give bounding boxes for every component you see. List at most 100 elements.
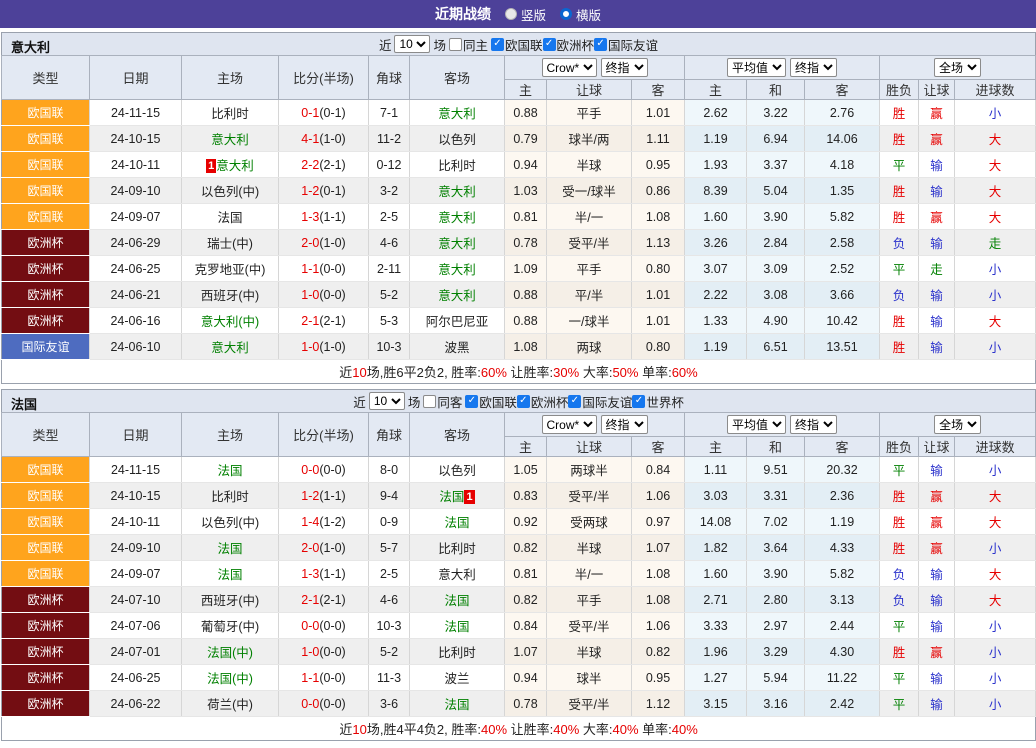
competition-label: 世界杯 <box>646 392 684 411</box>
near-count-select[interactable]: 10 <box>394 35 430 53</box>
col-header-type: 类型 <box>2 413 90 457</box>
layout-radio-horizontal[interactable]: 横版 <box>560 5 601 24</box>
checkbox-icon[interactable]: ✓ <box>632 395 645 408</box>
header-select[interactable]: Crow* <box>542 58 597 77</box>
date-cell: 24-07-10 <box>90 587 182 613</box>
team-label: 法国 <box>217 211 242 225</box>
result-label: 胜 <box>893 516 906 530</box>
score-cell: 0-1(0-1) <box>279 100 369 126</box>
result-label: 小 <box>989 698 1002 712</box>
date-cell: 24-10-15 <box>90 126 182 152</box>
result-label: 负 <box>893 289 906 303</box>
avg-away-cell: 4.30 <box>805 639 880 665</box>
competition-filter[interactable]: ✓世界杯 <box>632 392 684 411</box>
header-select[interactable]: 全场 <box>934 415 981 434</box>
away-team-cell: 以色列 <box>410 457 505 483</box>
competition-filter[interactable]: ✓欧国联 <box>491 35 543 54</box>
team-label: 意大利 <box>438 107 476 121</box>
handicap-cell: 受平/半 <box>547 613 632 639</box>
team-label: 克罗地亚(中) <box>195 263 266 277</box>
result-label: 胜 <box>893 133 906 147</box>
goals-result-cell: 小 <box>955 665 1036 691</box>
result-label: 输 <box>930 672 943 686</box>
header-select[interactable]: 平均值 <box>727 58 786 77</box>
competition-filter[interactable]: ✓欧洲杯 <box>543 35 595 54</box>
avg-away-cell: 4.18 <box>805 152 880 178</box>
radio-label: 竖版 <box>521 5 546 24</box>
col-header-home: 主场 <box>182 56 279 100</box>
result-label: 赢 <box>930 490 943 504</box>
same-venue-filter[interactable]: 同客 <box>423 392 462 411</box>
handicap-result-cell: 赢 <box>919 100 955 126</box>
avg-draw-cell: 2.97 <box>747 613 805 639</box>
avg-away-cell: 2.44 <box>805 613 880 639</box>
col-header-score: 比分(半场) <box>279 56 369 100</box>
fulltime-score: 0-0 <box>301 463 319 477</box>
avg-home-cell: 1.60 <box>685 561 747 587</box>
checkbox-icon[interactable] <box>449 38 462 51</box>
checkbox-icon[interactable]: ✓ <box>491 38 504 51</box>
handicap-cell: 受两球 <box>547 509 632 535</box>
header-select[interactable]: 终指 <box>601 415 648 434</box>
team-label: 以色列(中) <box>201 185 259 199</box>
checkbox-icon[interactable]: ✓ <box>568 395 581 408</box>
checkbox-icon[interactable]: ✓ <box>594 38 607 51</box>
team-label: 意大利 <box>438 289 476 303</box>
fulltime-score: 2-2 <box>301 158 319 172</box>
halftime-score: (0-1) <box>319 106 345 120</box>
handicap-cell: 受平/半 <box>547 691 632 717</box>
result-cell: 胜 <box>880 509 919 535</box>
handicap-result-cell: 输 <box>919 457 955 483</box>
layout-radio-vertical[interactable]: 竖版 <box>505 5 546 24</box>
checkbox-icon[interactable] <box>423 395 436 408</box>
competition-filter[interactable]: ✓欧洲杯 <box>517 392 569 411</box>
goals-result-cell: 大 <box>955 308 1036 334</box>
match-row: 欧国联24-09-07法国1-3(1-1)2-5意大利0.81半/一1.081.… <box>2 204 1036 230</box>
result-cell: 平 <box>880 613 919 639</box>
away-team-cell: 法国 <box>410 613 505 639</box>
header-select[interactable]: 平均值 <box>727 415 786 434</box>
same-venue-filter[interactable]: 同主 <box>449 35 488 54</box>
summary-segment: 60% <box>481 365 507 380</box>
checkbox-icon[interactable]: ✓ <box>543 38 556 51</box>
odds-home-cell: 0.88 <box>505 282 547 308</box>
home-team-cell: 意大利 <box>182 334 279 360</box>
radio-icon[interactable] <box>505 8 517 20</box>
header-select[interactable]: 终指 <box>790 58 837 77</box>
avg-away-cell: 1.19 <box>805 509 880 535</box>
header-select[interactable]: 全场 <box>934 58 981 77</box>
team-label: 比利时 <box>438 646 476 660</box>
competition-label: 欧国联 <box>479 392 517 411</box>
checkbox-icon[interactable]: ✓ <box>465 395 478 408</box>
handicap-result-cell: 输 <box>919 691 955 717</box>
odds-home-cell: 1.09 <box>505 256 547 282</box>
result-cell: 平 <box>880 691 919 717</box>
avg-home-cell: 2.62 <box>685 100 747 126</box>
result-label: 小 <box>989 542 1002 556</box>
score-cell: 1-3(1-1) <box>279 204 369 230</box>
header-select[interactable]: 终指 <box>790 415 837 434</box>
radio-icon[interactable] <box>560 8 572 20</box>
header-select[interactable]: 终指 <box>601 58 648 77</box>
result-label: 小 <box>989 341 1002 355</box>
checkbox-icon[interactable]: ✓ <box>517 395 530 408</box>
home-team-cell: 以色列(中) <box>182 509 279 535</box>
competition-filter[interactable]: ✓欧国联 <box>465 392 517 411</box>
avg-home-cell: 3.15 <box>685 691 747 717</box>
result-cell: 胜 <box>880 126 919 152</box>
halftime-score: (0-0) <box>319 262 345 276</box>
header-select[interactable]: Crow* <box>542 415 597 434</box>
team-label: 法国 <box>439 490 464 504</box>
competition-filter[interactable]: ✓国际友谊 <box>594 35 658 54</box>
team-name: 意大利 <box>11 37 50 56</box>
competition-filter[interactable]: ✓国际友谊 <box>568 392 632 411</box>
avg-draw-cell: 3.16 <box>747 691 805 717</box>
odds-home-cell: 0.88 <box>505 100 547 126</box>
odds-home-cell: 0.81 <box>505 561 547 587</box>
result-label: 平 <box>893 263 906 277</box>
team-label: 阿尔巴尼亚 <box>426 315 489 329</box>
away-team-cell: 意大利 <box>410 282 505 308</box>
near-label: 近 <box>353 392 366 411</box>
near-count-select[interactable]: 10 <box>369 392 405 410</box>
result-label: 平 <box>893 698 906 712</box>
